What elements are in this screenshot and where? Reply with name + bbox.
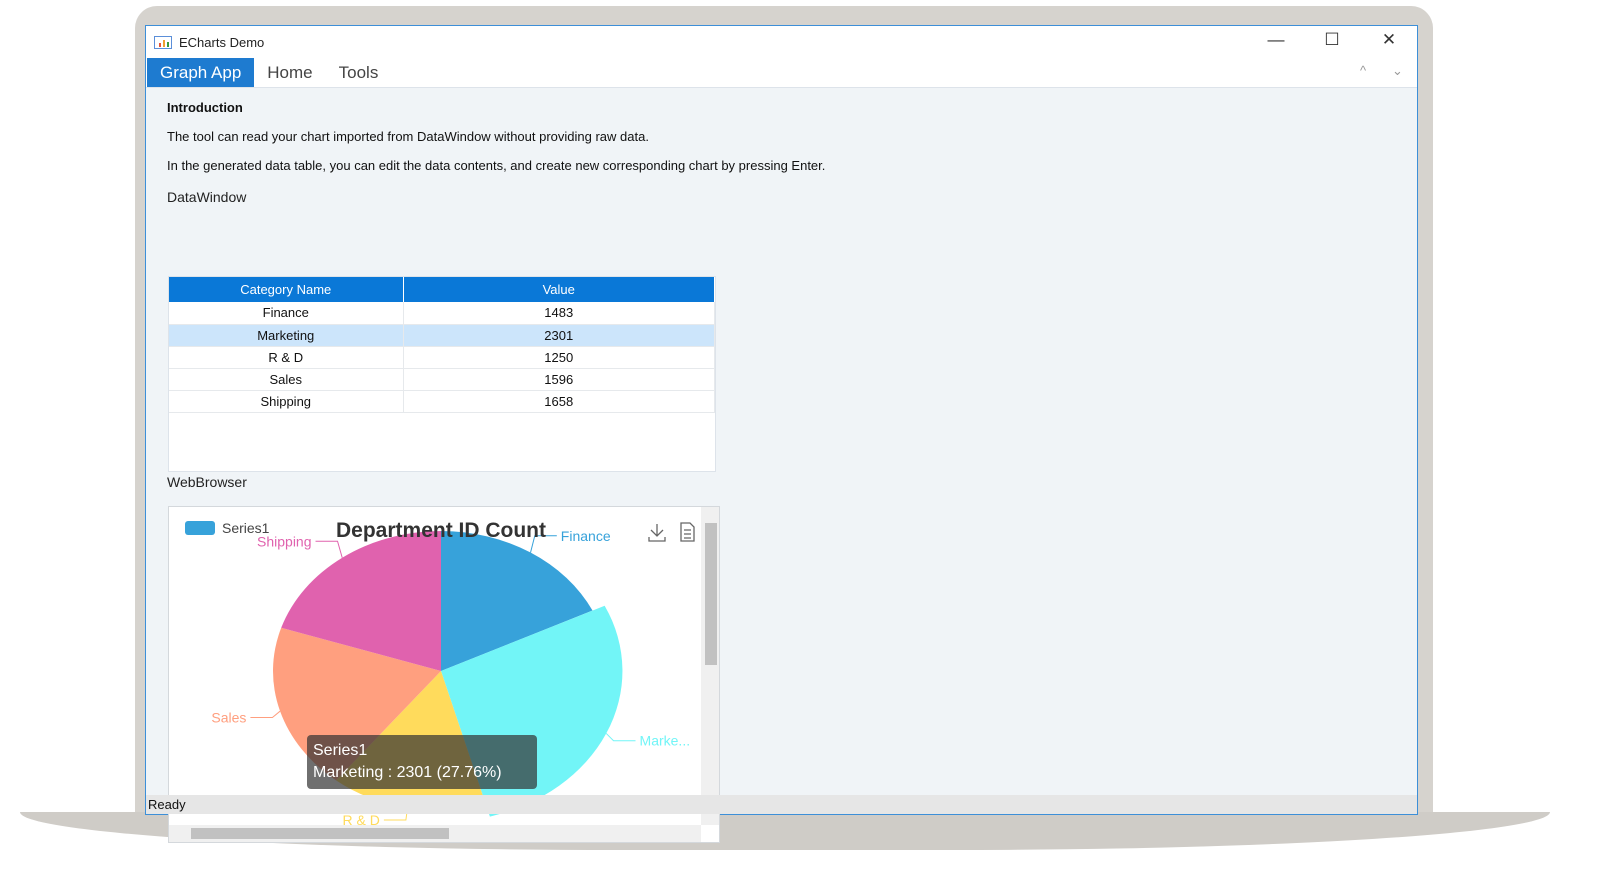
category-cell[interactable]: Sales <box>169 368 404 391</box>
slice-label: Finance <box>561 528 611 544</box>
value-cell[interactable]: 1483 <box>403 302 715 325</box>
value-cell[interactable]: 1250 <box>403 346 715 369</box>
category-cell[interactable]: R & D <box>169 346 404 369</box>
chart-title: Department ID Count <box>336 519 546 542</box>
maximize-button[interactable]: ☐ <box>1312 30 1352 50</box>
column-header-value[interactable]: Value <box>403 277 715 302</box>
webbrowser-control[interactable]: Finance Marke... R & D Sales Shipping Series1… <box>168 506 720 843</box>
datawindow-grid[interactable]: Category Name Value Finance 1483 Marketing… <box>168 276 716 472</box>
table-row[interactable]: Marketing 2301 <box>169 324 715 347</box>
value-cell[interactable]: 1658 <box>403 390 715 413</box>
category-cell[interactable]: Finance <box>169 302 404 325</box>
datawindow-label: DataWindow <box>167 189 247 205</box>
close-button[interactable]: ✕ <box>1369 30 1409 50</box>
legend-label: Series1 <box>222 520 270 536</box>
table-row[interactable]: Shipping 1658 <box>169 390 715 413</box>
label-line <box>250 710 281 718</box>
column-header-category[interactable]: Category Name <box>169 277 404 302</box>
vertical-scroll-thumb[interactable] <box>705 523 717 665</box>
window-title: ECharts Demo <box>179 34 265 50</box>
value-cell[interactable]: 2301 <box>403 324 715 347</box>
download-icon[interactable] <box>648 524 666 542</box>
chevron-up-icon[interactable]: ^ <box>1360 63 1366 78</box>
data-view-icon[interactable] <box>680 522 695 542</box>
tooltip-title: Series1 <box>313 742 368 759</box>
label-line <box>315 540 343 558</box>
tab-home[interactable]: Home <box>254 58 325 87</box>
ribbon-tabs: Graph App Home Tools ^ ⌄ <box>146 58 1417 88</box>
slice-label: Marke... <box>640 733 691 749</box>
slice-label: Sales <box>211 709 246 725</box>
webbrowser-label: WebBrowser <box>167 474 247 490</box>
vertical-scrollbar[interactable] <box>701 507 719 825</box>
value-cell[interactable]: 1596 <box>403 368 715 391</box>
minimize-button[interactable]: — <box>1256 30 1296 50</box>
table-row[interactable]: Finance 1483 <box>169 302 715 325</box>
label-line <box>605 733 636 742</box>
intro-heading: Introduction <box>167 100 243 115</box>
table-row[interactable]: Sales 1596 <box>169 368 715 391</box>
tab-tools[interactable]: Tools <box>326 58 392 87</box>
horizontal-scrollbar[interactable] <box>169 825 701 842</box>
status-bar: Ready <box>146 795 1417 814</box>
table-row[interactable]: R & D 1250 <box>169 346 715 369</box>
legend-swatch <box>185 521 215 535</box>
tooltip-text: Marketing : 2301 (27.76%) <box>313 764 502 781</box>
title-bar: ECharts Demo — ☐ ✕ <box>146 26 1417 58</box>
category-cell[interactable]: Marketing <box>169 324 404 347</box>
chevron-down-icon[interactable]: ⌄ <box>1392 63 1403 79</box>
intro-line-2: In the generated data table, you can edi… <box>167 158 826 173</box>
app-window: ECharts Demo — ☐ ✕ Graph App Home Tools … <box>145 25 1418 843</box>
app-chart-icon <box>154 35 172 49</box>
horizontal-scroll-thumb[interactable] <box>191 828 449 839</box>
chart-tooltip: Series1 Marketing : 2301 (27.76%) <box>307 735 537 789</box>
category-cell[interactable]: Shipping <box>169 390 404 413</box>
tab-graph-app[interactable]: Graph App <box>147 58 255 87</box>
intro-line-1: The tool can read your chart imported fr… <box>167 129 649 144</box>
